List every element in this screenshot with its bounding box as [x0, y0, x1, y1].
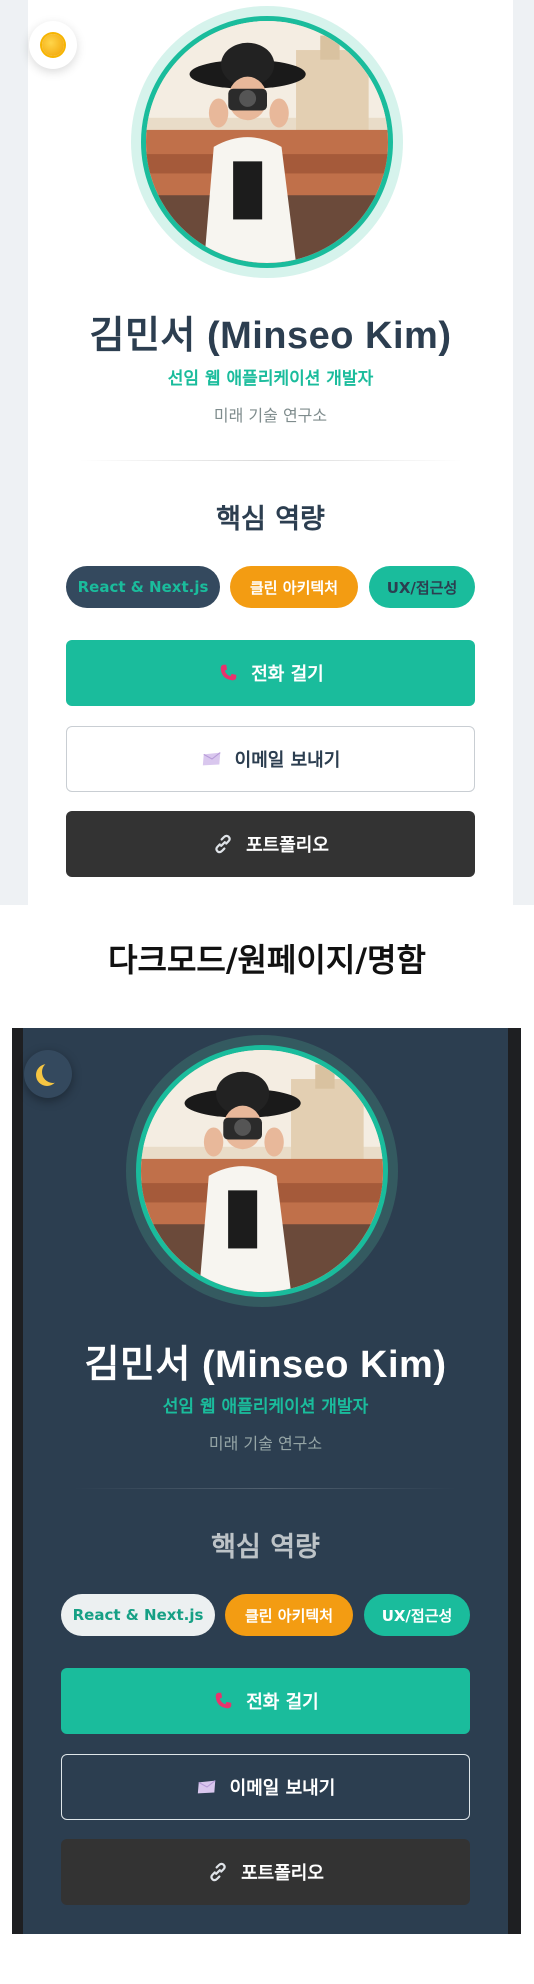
envelope-icon: [196, 1776, 218, 1798]
skill-tag: 클린 아키텍처: [230, 566, 358, 608]
avatar-ring: [126, 1035, 398, 1307]
profile-organization: 미래 기술 연구소: [208, 1434, 323, 1453]
avatar: [141, 16, 393, 268]
profile-organization: 미래 기술 연구소: [213, 406, 328, 425]
section-caption: 다크모드/원페이지/명함: [108, 941, 426, 979]
call-button[interactable]: 전화 걸기: [66, 640, 475, 706]
sun-icon: [42, 34, 64, 56]
profile-role: 선임 웹 애플리케이션 개발자: [162, 1397, 369, 1417]
email-button[interactable]: 이메일 보내기: [61, 1754, 470, 1820]
theme-toggle-button[interactable]: [29, 21, 77, 69]
skill-tag: React & Next.js: [66, 566, 220, 608]
profile-role: 선임 웹 애플리케이션 개발자: [167, 369, 374, 389]
profile-name: 김민서 (Minseo Kim): [84, 1344, 447, 1386]
link-icon: [212, 833, 234, 855]
divider: [78, 460, 463, 461]
skill-tag: UX/접근성: [369, 566, 475, 608]
phone-icon: [217, 662, 239, 684]
portfolio-button-label: 포트폴리오: [241, 1863, 324, 1884]
skill-tag: 클린 아키텍처: [225, 1594, 353, 1636]
email-button-label: 이메일 보내기: [229, 1778, 336, 1799]
portfolio-button[interactable]: 포트폴리오: [66, 811, 475, 877]
call-button-label: 전화 걸기: [246, 1692, 319, 1713]
profile-name: 김민서 (Minseo Kim): [89, 315, 452, 357]
skills-heading: 핵심 역량: [211, 1532, 320, 1563]
call-button[interactable]: 전화 걸기: [61, 1668, 470, 1734]
avatar: [136, 1045, 388, 1297]
skill-tag: React & Next.js: [61, 1594, 215, 1636]
divider: [73, 1488, 458, 1489]
email-button-label: 이메일 보내기: [234, 750, 341, 771]
avatar-ring: [131, 6, 403, 278]
portfolio-button-label: 포트폴리오: [246, 835, 329, 856]
link-icon: [207, 1861, 229, 1883]
envelope-icon: [201, 748, 223, 770]
skills-heading: 핵심 역량: [216, 504, 325, 535]
theme-toggle-button[interactable]: [24, 1050, 72, 1098]
moon-icon: [42, 1061, 64, 1083]
call-button-label: 전화 걸기: [251, 664, 324, 685]
portfolio-button[interactable]: 포트폴리오: [61, 1839, 470, 1905]
email-button[interactable]: 이메일 보내기: [66, 726, 475, 792]
phone-icon: [212, 1690, 234, 1712]
skill-tag: UX/접근성: [364, 1594, 470, 1636]
